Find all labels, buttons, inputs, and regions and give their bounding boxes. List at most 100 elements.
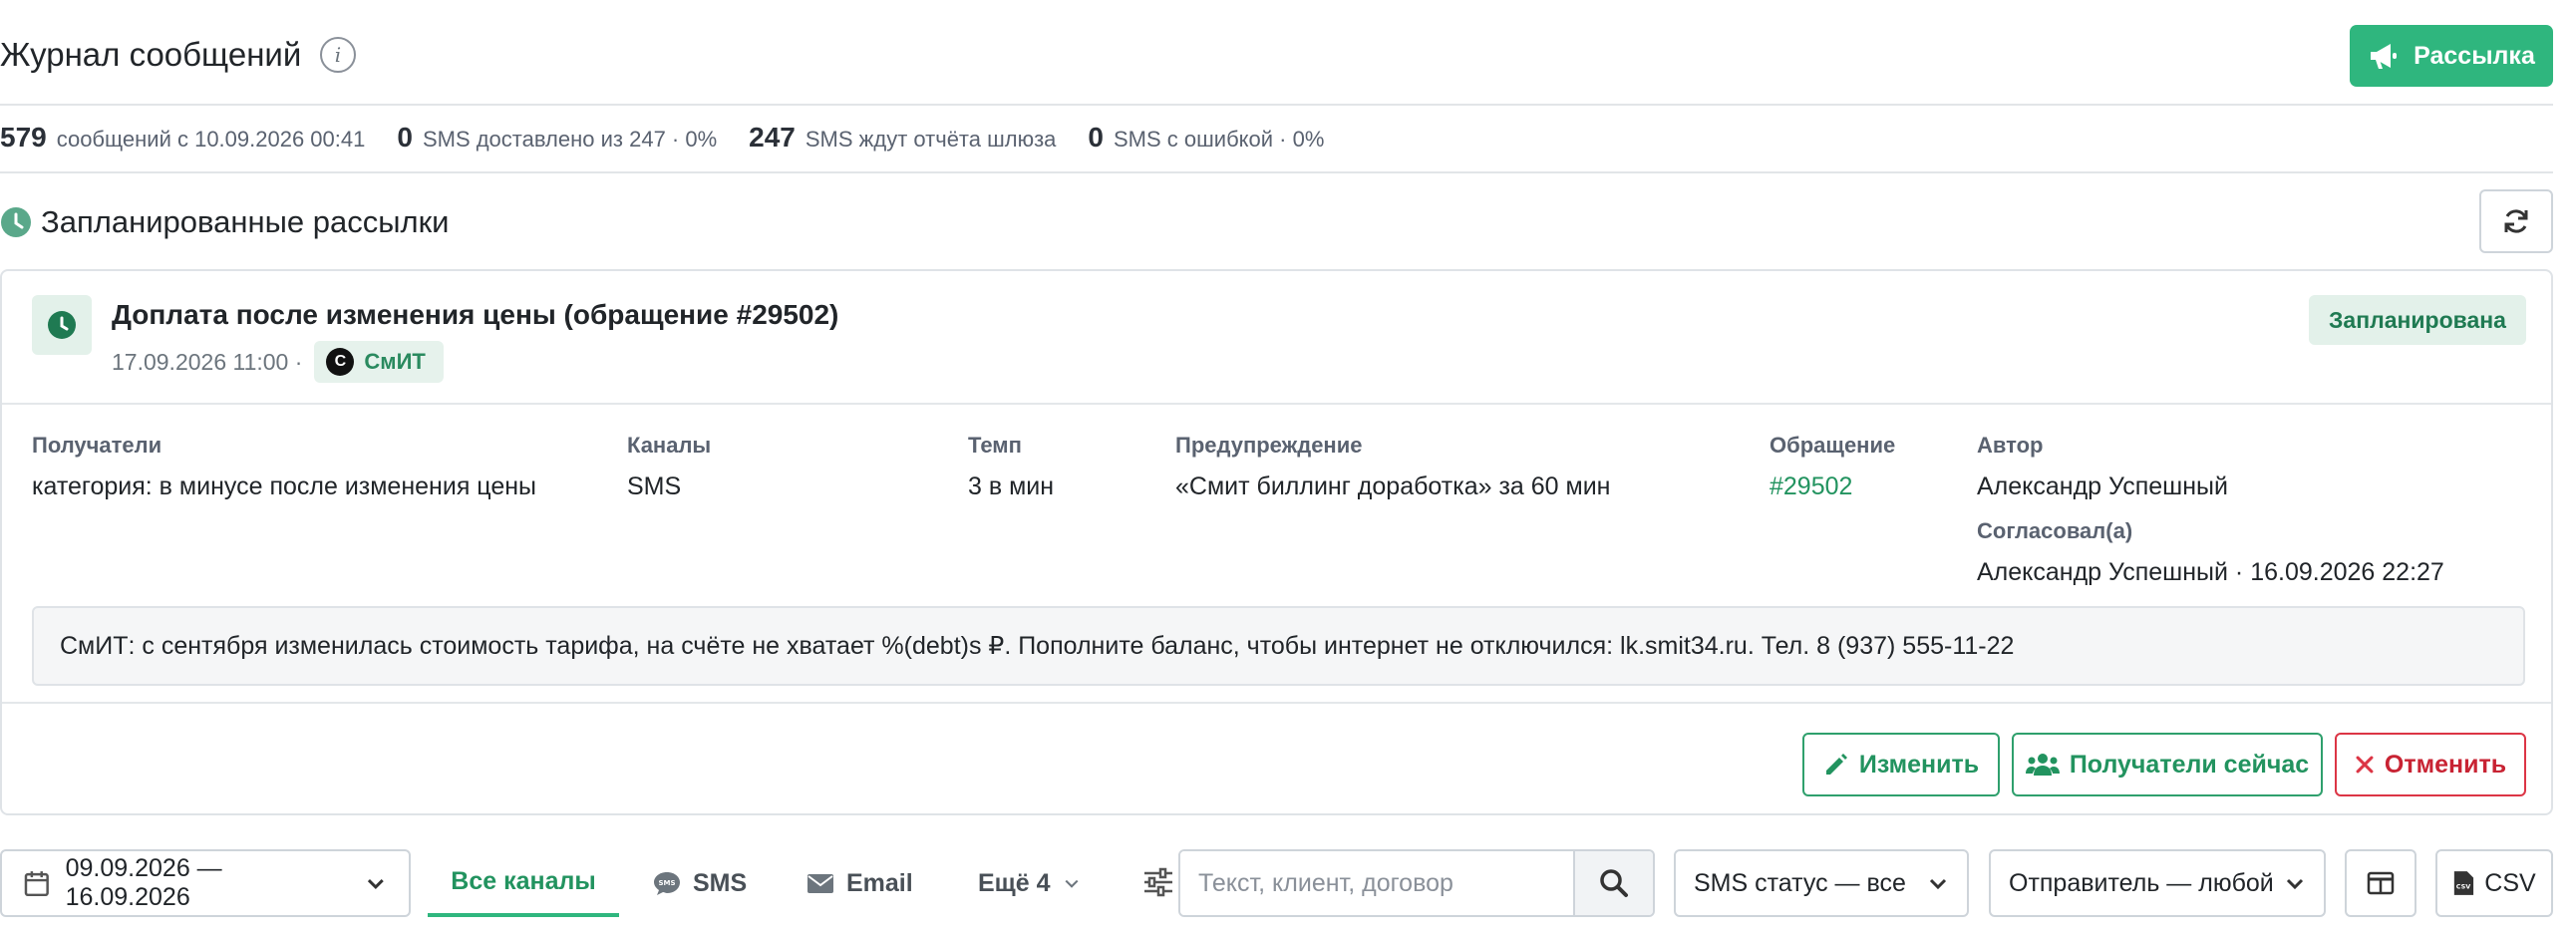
field-value: «Смит биллинг доработка» за 60 мин <box>1175 472 1611 500</box>
search-box <box>1178 849 1655 917</box>
refresh-button[interactable] <box>2479 189 2553 253</box>
megaphone-icon <box>2371 44 2398 69</box>
stat-messages: 579 сообщений с 10.09.2026 00:41 <box>0 122 365 154</box>
field-tempo: Темп 3 в мин <box>968 433 1054 501</box>
chevron-down-icon <box>368 878 385 890</box>
users-icon <box>2025 754 2060 776</box>
search-input[interactable] <box>1180 851 1573 915</box>
tab-label: Все каналы <box>451 866 596 895</box>
stat-label: сообщений с 10.09.2026 00:41 <box>56 127 366 152</box>
svg-text:SMS: SMS <box>658 879 675 887</box>
stat-label: SMS ждут отчёта шлюза <box>805 127 1057 152</box>
broadcast-title: Доплата после изменения цены (обращение … <box>112 299 839 330</box>
broadcast-datetime: 17.09.2026 11:00 · <box>112 348 303 375</box>
field-author: Автор Александр Успешный <box>1977 433 2228 501</box>
stat-value: 0 <box>397 122 413 153</box>
stat-label: SMS с ошибкой · 0% <box>1114 127 1325 152</box>
tab-sms[interactable]: SMS SMS <box>653 849 747 917</box>
field-approved: Согласовал(а) Александр Успешный · 16.09… <box>1977 518 2444 587</box>
csv-file-icon: CSV <box>2454 871 2474 895</box>
brand-name: СмИТ <box>364 349 426 374</box>
sms-status-select[interactable]: SMS статус — все <box>1674 849 1969 917</box>
cancel-button[interactable]: Отменить <box>2335 733 2526 796</box>
message-journal-page: Журнал сообщений i Рассылка 579 сообщени… <box>0 0 2576 939</box>
scheduled-broadcast-card: Доплата после изменения цены (обращение … <box>0 269 2553 815</box>
calendar-icon <box>24 871 49 897</box>
tab-email[interactable]: Email <box>806 849 913 917</box>
search-icon <box>1600 869 1628 897</box>
columns-toggle-button[interactable] <box>2345 849 2416 917</box>
chevron-down-icon <box>1929 878 1947 890</box>
tab-label: SMS <box>693 868 748 897</box>
scheduled-header: Запланированные рассылки <box>0 204 449 240</box>
date-range-picker[interactable]: 09.09.2026 — 16.09.2026 <box>0 849 411 917</box>
card-clock-badge <box>32 295 92 355</box>
divider <box>0 171 2553 173</box>
search-button[interactable] <box>1573 851 1653 915</box>
chevron-down-icon <box>1065 879 1078 888</box>
page-title: Журнал сообщений <box>0 36 302 73</box>
date-range-value: 09.09.2026 — 16.09.2026 <box>65 854 222 911</box>
field-label: Каналы <box>627 433 712 458</box>
stat-errors: 0 SMS с ошибкой · 0% <box>1088 122 1324 154</box>
sliders-icon[interactable] <box>1142 867 1174 897</box>
broadcast-label: Рассылка <box>2414 41 2535 70</box>
field-warning: Предупреждение «Смит биллинг доработка» … <box>1175 433 1611 501</box>
stats-bar: 579 сообщений с 10.09.2026 00:41 0 SMS д… <box>0 122 1356 154</box>
pencil-icon <box>1825 754 1847 775</box>
stat-value: 247 <box>749 122 796 153</box>
refresh-icon <box>2504 209 2528 233</box>
field-value: Александр Успешный · 16.09.2026 22:27 <box>1977 558 2444 586</box>
field-ticket: Обращение #29502 <box>1770 433 1895 501</box>
close-icon <box>2356 756 2374 774</box>
field-recipients: Получатели категория: в минусе после изм… <box>32 433 536 501</box>
tab-more[interactable]: Ещё 4 <box>978 849 1081 917</box>
field-channels: Каналы SMS <box>627 433 711 501</box>
recipients-now-button[interactable]: Получатели сейчас <box>2012 733 2323 796</box>
scheduled-title: Запланированные рассылки <box>41 204 450 239</box>
field-label: Согласовал(а) <box>1977 518 2133 543</box>
divider <box>0 104 2553 106</box>
csv-label: CSV <box>2484 868 2536 897</box>
cancel-label: Отменить <box>2384 750 2507 779</box>
info-icon[interactable]: i <box>320 37 356 73</box>
sms-icon: SMS <box>654 872 680 895</box>
sender-value: Отправитель — любой <box>2009 868 2274 897</box>
field-label: Предупреждение <box>1175 433 1363 458</box>
field-value: Александр Успешный <box>1977 472 2228 500</box>
field-label: Обращение <box>1770 433 1896 458</box>
brand-chip: С СмИТ <box>314 341 444 383</box>
edit-label: Изменить <box>1858 750 1980 779</box>
message-preview: СмИТ: с сентября изменилась стоимость та… <box>32 606 2525 686</box>
field-label: Автор <box>1977 433 2044 458</box>
field-label: Темп <box>968 433 1022 458</box>
sms-status-value: SMS статус — все <box>1694 868 1906 897</box>
broadcast-meta: 17.09.2026 11:00 · С СмИТ <box>112 341 444 383</box>
tab-all-channels[interactable]: Все каналы <box>428 849 619 917</box>
clock-icon <box>1 207 31 237</box>
tab-label: Ещё 4 <box>978 868 1051 897</box>
stat-value: 0 <box>1088 122 1104 153</box>
brand-logo-icon: С <box>326 348 355 376</box>
field-value: категория: в минусе после изменения цены <box>32 472 537 500</box>
tab-label: Email <box>846 868 913 897</box>
stat-pending: 247 SMS ждут отчёта шлюза <box>749 122 1056 154</box>
status-badge: Запланирована <box>2309 295 2526 345</box>
csv-export-button[interactable]: CSV CSV <box>2435 849 2553 917</box>
card-header: Доплата после изменения цены (обращение … <box>2 271 2551 405</box>
stat-label: SMS доставлено из 247 · 0% <box>422 127 718 152</box>
envelope-icon <box>807 874 833 893</box>
field-value: SMS <box>627 472 682 500</box>
ticket-link[interactable]: #29502 <box>1770 472 1895 501</box>
recipients-now-label: Получатели сейчас <box>2069 750 2310 779</box>
stat-delivered: 0 SMS доставлено из 247 · 0% <box>397 122 717 154</box>
broadcast-button[interactable]: Рассылка <box>2350 25 2553 87</box>
edit-button[interactable]: Изменить <box>1802 733 2000 796</box>
field-value: 3 в мин <box>968 472 1055 500</box>
chevron-down-icon <box>2286 878 2304 890</box>
clock-icon <box>48 311 76 339</box>
svg-text:CSV: CSV <box>2456 883 2470 891</box>
sender-select[interactable]: Отправитель — любой <box>1989 849 2326 917</box>
columns-icon <box>2367 871 2395 895</box>
stat-value: 579 <box>0 122 47 153</box>
